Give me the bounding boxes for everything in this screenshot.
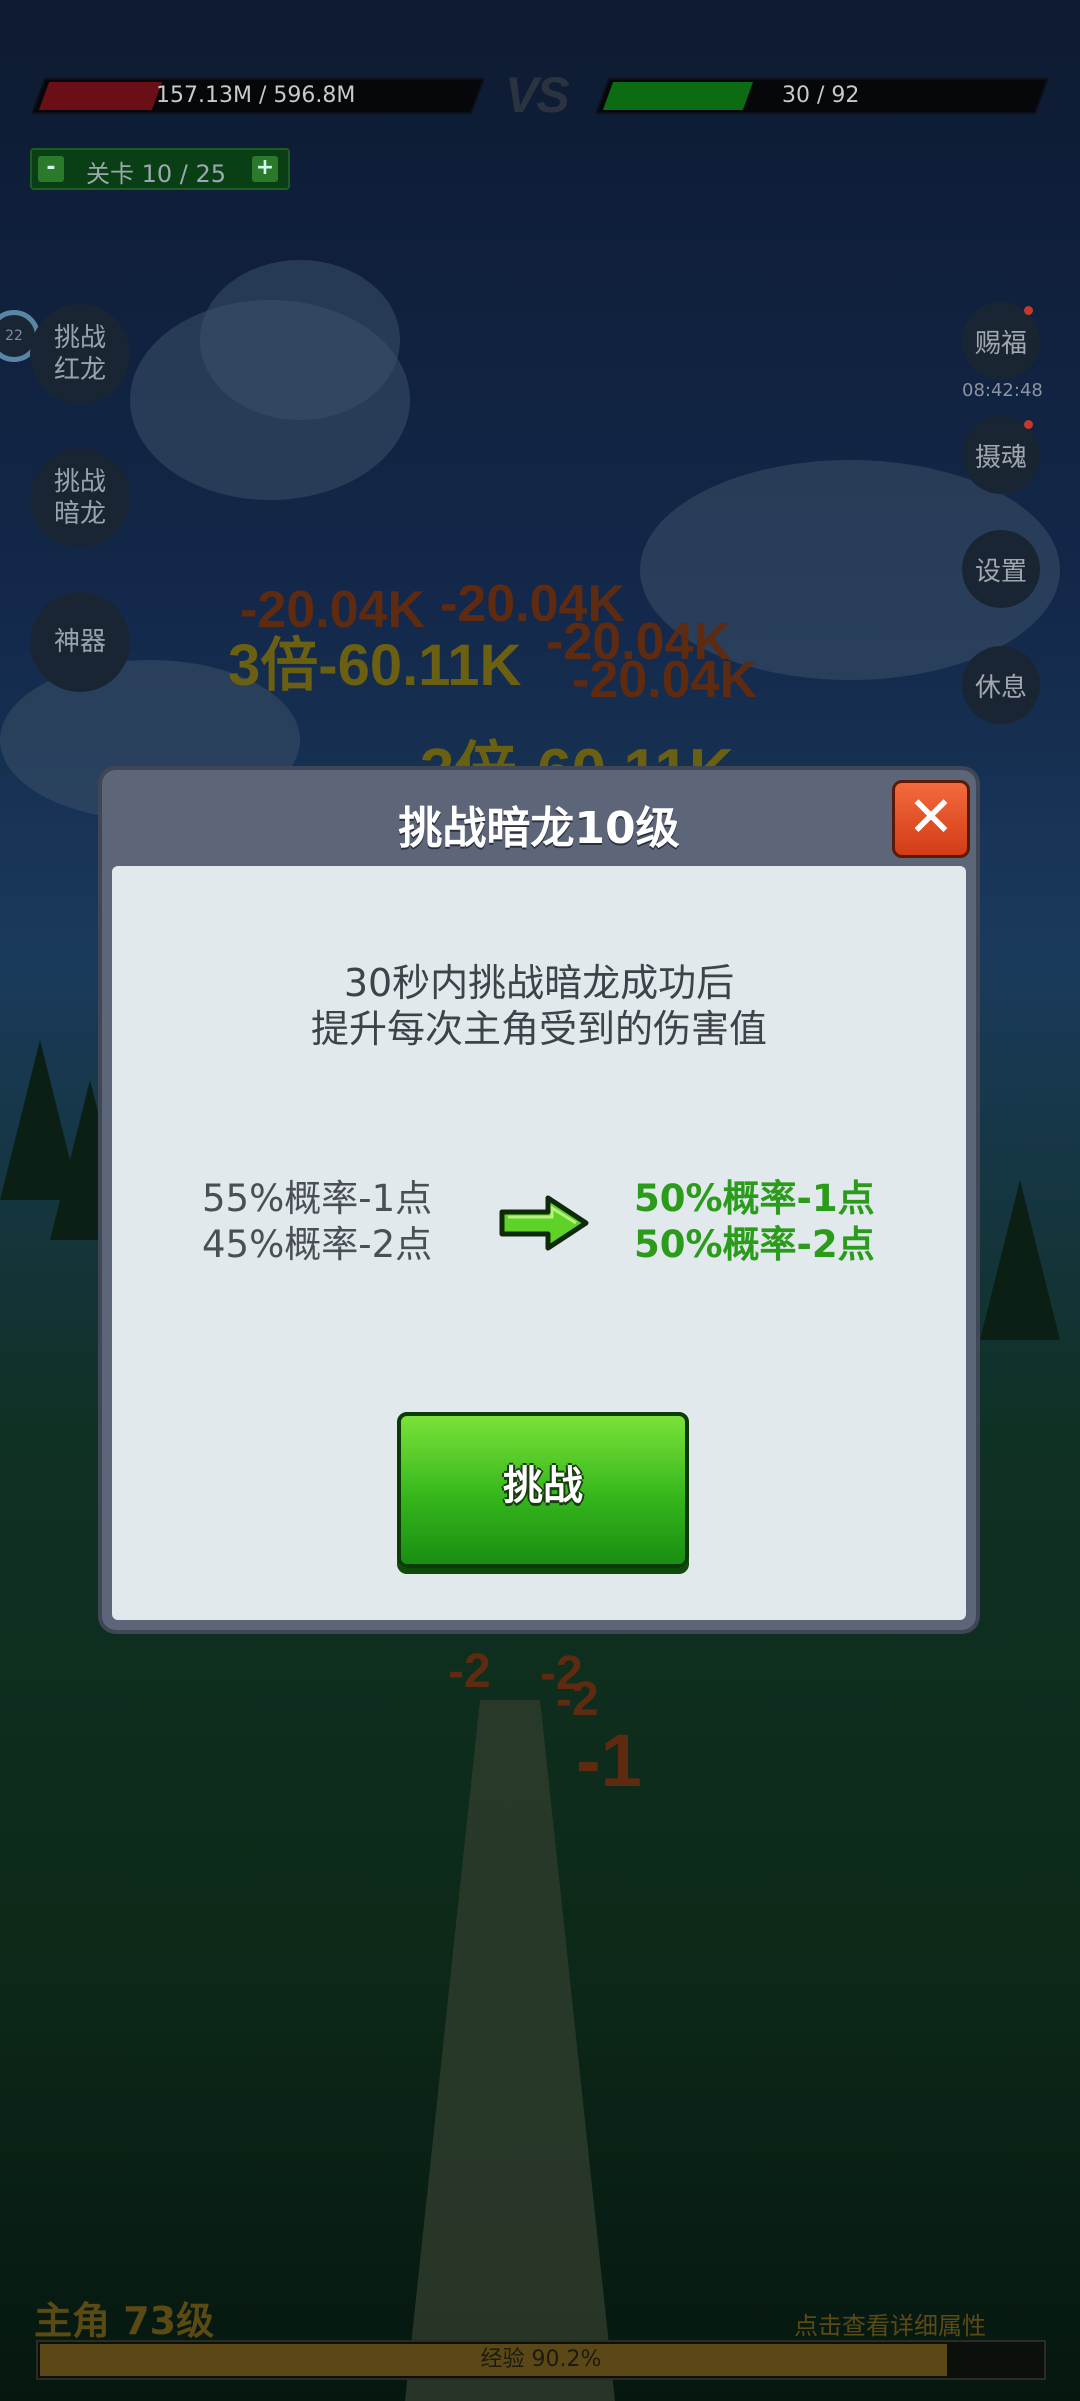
blessing-label: 赐福 [974,328,1027,359]
notification-dot [1024,420,1033,429]
enemy-hp-text: 30 / 92 [782,83,860,108]
rest-button[interactable]: 休息 [962,646,1040,724]
challenge-red-dragon-label: 挑战 红龙 [53,323,106,385]
notification-dot [1024,306,1033,315]
tree [980,1180,1060,1340]
artifact-label: 神器 [53,627,106,657]
damage-number: -20.04K [572,651,757,709]
close-icon: ✕ [907,785,955,850]
upgraded-stat-1: 50%概率-1点 [634,1177,875,1220]
soul-capture-label: 摄魂 [974,442,1027,473]
damage-number: -2 [448,1645,491,1698]
rest-label: 休息 [974,672,1027,703]
arrow-right-icon [498,1194,590,1256]
challenge-dialog: 挑战暗龙10级 ✕ 30秒内挑战暗龙成功后 提升每次主角受到的伤害值 55%概率… [102,770,976,1630]
dialog-title: 挑战暗龙10级 [398,803,680,854]
dialog-body: 30秒内挑战暗龙成功后 提升每次主角受到的伤害值 55%概率-1点 45%概率-… [112,866,966,1620]
challenge-red-dragon-button[interactable]: 挑战 红龙 [30,304,130,404]
enemy-hp-bar: 30 / 92 [595,78,1049,114]
damage-number: -1 [576,1719,642,1802]
settings-label: 设置 [974,556,1027,587]
level-label: 关卡 10 / 25 [86,160,227,188]
settings-button[interactable]: 设置 [962,530,1040,608]
current-stats: 55%概率-1点 45%概率-2点 [202,1176,432,1268]
current-stat-1: 55%概率-1点 [202,1177,433,1220]
view-details-link[interactable]: 点击查看详细属性 [794,2306,986,2341]
blessing-timer: 08:42:48 [962,380,1043,401]
experience-text: 经验 90.2% [480,2347,602,2372]
hero-level: 主角 73级 [34,2299,215,2343]
player-hp-bar: 157.13M / 596.8M [31,78,485,114]
description-line-1: 30秒内挑战暗龙成功后 [343,961,735,1005]
challenge-dark-dragon-label: 挑战 暗龙 [53,467,106,529]
player-hp-fill [38,82,162,110]
enemy-hp-fill [602,82,753,110]
damage-number: 3倍-60.11K [228,633,522,698]
upgraded-stats: 50%概率-1点 50%概率-2点 [634,1176,875,1268]
level-minus-button[interactable]: - [38,156,64,182]
level-selector: - 关卡 10 / 25 + [30,148,290,190]
dialog-description: 30秒内挑战暗龙成功后 提升每次主角受到的伤害值 [112,960,966,1052]
cloud [200,260,400,420]
challenge-dark-dragon-button[interactable]: 挑战 暗龙 [30,448,130,548]
challenge-button[interactable]: 挑战 [397,1412,689,1568]
vs-label: VS [505,67,570,123]
artifact-button[interactable]: 神器 [30,592,130,692]
level-plus-button[interactable]: + [252,156,278,182]
close-button[interactable]: ✕ [892,780,970,858]
dirt-path [405,1700,615,2401]
experience-bar: 经验 90.2% [36,2340,1046,2380]
current-stat-2: 45%概率-2点 [202,1223,433,1266]
player-hp-text: 157.13M / 596.8M [156,83,356,108]
upgraded-stat-2: 50%概率-2点 [634,1223,875,1266]
description-line-2: 提升每次主角受到的伤害值 [310,1007,767,1051]
